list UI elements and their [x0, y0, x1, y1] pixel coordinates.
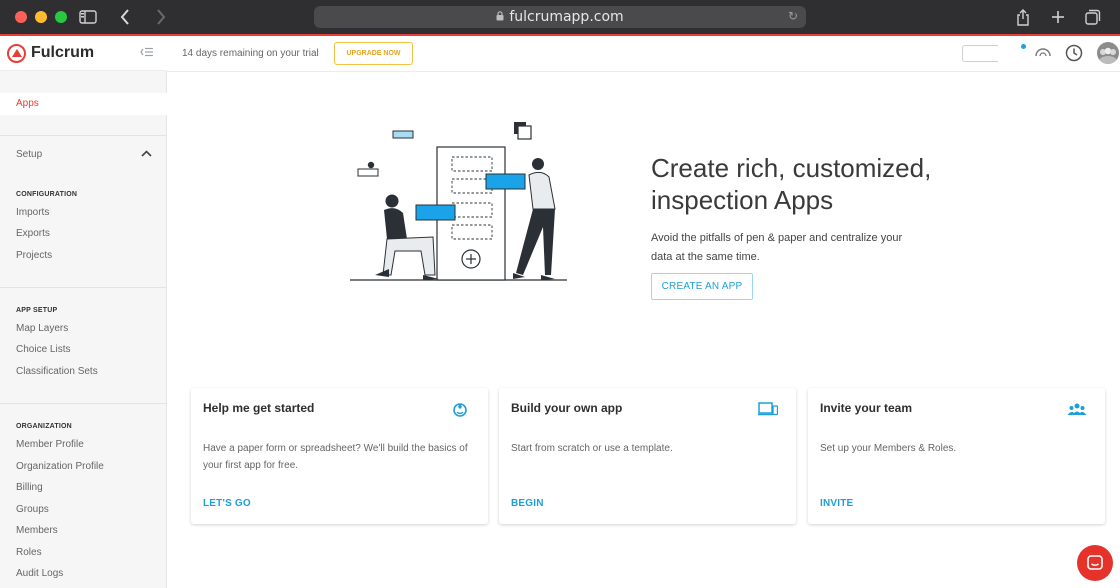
help-icon[interactable] [1035, 43, 1051, 60]
tabs-icon[interactable] [1083, 7, 1103, 27]
window-controls [15, 11, 67, 23]
sidebar: Fulcrum Apps Setup CONFIGURATION Imports… [0, 36, 167, 588]
section-title-app-setup: APP SETUP [16, 307, 58, 314]
sidebar-item-map-layers[interactable]: Map Layers [16, 323, 68, 334]
brand-header: Fulcrum [0, 36, 167, 71]
sidebar-item-organization-profile[interactable]: Organization Profile [16, 461, 104, 472]
card-description-line: your first app for free. [203, 460, 299, 471]
user-avatar[interactable] [1097, 42, 1119, 64]
sidebar-item-billing[interactable]: Billing [16, 482, 43, 493]
rocket-badge-icon [450, 400, 470, 418]
hero-subtitle-line: Avoid the pitfalls of pen & paper and ce… [651, 232, 903, 244]
forward-icon[interactable] [153, 7, 169, 27]
sidebar-divider [0, 287, 167, 288]
minimize-window-button[interactable] [35, 11, 47, 23]
section-title-organization: ORGANIZATION [16, 423, 72, 430]
hero-subtitle: Avoid the pitfalls of pen & paper and ce… [651, 229, 951, 267]
sidebar-item-imports[interactable]: Imports [16, 207, 49, 218]
fulcrum-logo-icon[interactable] [7, 43, 26, 63]
sidebar-item-members[interactable]: Members [16, 525, 58, 536]
url-text: fulcrumapp.com [509, 9, 624, 25]
team-icon [1067, 400, 1087, 418]
top-bar: 14 days remaining on your trial UPGRADE … [167, 36, 1120, 72]
devices-icon [758, 400, 779, 418]
brand-name[interactable]: Fulcrum [31, 44, 94, 62]
card-description: Set up your Members & Roles. [820, 440, 1095, 457]
hero-title-line: Create rich, customized, [651, 153, 932, 183]
begin-link[interactable]: BEGIN [511, 498, 544, 509]
sidebar-item-roles[interactable]: Roles [16, 547, 42, 558]
lets-go-link[interactable]: LET'S GO [203, 498, 251, 509]
card-invite-your-team[interactable]: Invite your team Set up your Members & R… [808, 388, 1105, 524]
history-clock-icon[interactable] [1065, 44, 1083, 65]
upgrade-now-button[interactable]: UPGRADE NOW [334, 42, 413, 65]
card-description: Start from scratch or use a template. [511, 440, 786, 457]
hero-illustration [345, 117, 575, 285]
lock-icon [496, 9, 504, 25]
hero-title-line: inspection Apps [651, 185, 834, 215]
address-bar[interactable]: fulcrumapp.com ↻ [314, 6, 806, 28]
sidebar-divider [0, 403, 167, 404]
hero-title: Create rich, customized, inspection Apps [651, 152, 981, 216]
sidebar-toggle-icon[interactable] [78, 7, 98, 27]
card-description-line: Set up your Members & Roles. [820, 443, 957, 454]
card-description-line: Start from scratch or use a template. [511, 443, 673, 454]
sidebar-item-apps[interactable]: Apps [0, 93, 167, 115]
trial-status-text: 14 days remaining on your trial [182, 48, 319, 59]
share-icon[interactable] [1014, 7, 1032, 27]
section-title-configuration: CONFIGURATION [16, 191, 78, 198]
card-description-line: Have a paper form or spreadsheet? We'll … [203, 443, 468, 454]
sidebar-item-member-profile[interactable]: Member Profile [16, 439, 84, 450]
search-box[interactable] [962, 45, 998, 62]
hero-subtitle-line: data at the same time. [651, 251, 760, 263]
setup-label: Setup [16, 148, 43, 160]
back-icon[interactable] [117, 7, 133, 27]
card-help-me-get-started[interactable]: Help me get started Have a paper form or… [191, 388, 488, 524]
card-description: Have a paper form or spreadsheet? We'll … [203, 440, 478, 474]
chevron-up-icon [141, 148, 152, 160]
sidebar-item-choice-lists[interactable]: Choice Lists [16, 344, 70, 355]
maximize-window-button[interactable] [55, 11, 67, 23]
sidebar-item-exports[interactable]: Exports [16, 228, 50, 239]
sidebar-divider [0, 135, 167, 136]
sidebar-item-audit-logs[interactable]: Audit Logs [16, 568, 63, 579]
chat-launcher-icon[interactable] [1077, 545, 1113, 581]
card-build-your-own-app[interactable]: Build your own app Start from scratch or… [499, 388, 796, 524]
create-app-button[interactable]: CREATE AN APP [651, 273, 753, 300]
close-window-button[interactable] [15, 11, 27, 23]
card-title: Invite your team [820, 401, 913, 415]
sidebar-item-groups[interactable]: Groups [16, 504, 49, 515]
sidebar-item-projects[interactable]: Projects [16, 250, 52, 261]
card-title: Help me get started [203, 401, 315, 415]
sidebar-setup-toggle[interactable]: Setup [16, 148, 152, 160]
notification-dot-icon [1021, 44, 1026, 49]
reload-icon[interactable]: ↻ [788, 9, 798, 23]
collapse-sidebar-icon[interactable] [140, 46, 153, 60]
browser-toolbar: fulcrumapp.com ↻ [0, 0, 1120, 34]
invite-link[interactable]: INVITE [820, 498, 853, 509]
sidebar-item-classification-sets[interactable]: Classification Sets [16, 366, 98, 377]
new-tab-icon[interactable] [1048, 7, 1068, 27]
card-title: Build your own app [511, 401, 623, 415]
